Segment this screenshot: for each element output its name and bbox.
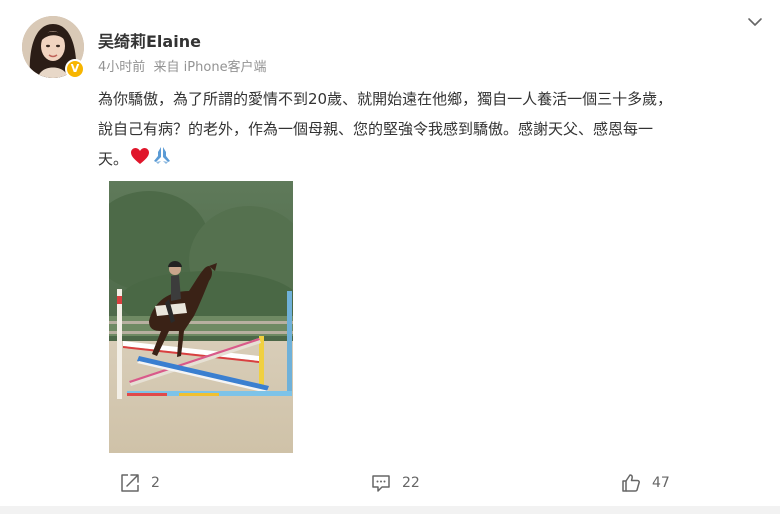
action-bar: 2 22 47 bbox=[0, 468, 780, 498]
post-text-segment: 天。 bbox=[98, 150, 129, 168]
post-meta: 4小时前 来自 iPhone客户端 bbox=[98, 56, 267, 75]
share-icon bbox=[121, 474, 139, 492]
chevron-down-icon[interactable] bbox=[744, 11, 766, 33]
verified-badge-icon: V bbox=[65, 59, 85, 79]
post-card: V 吴绮莉Elaine 4小时前 来自 iPhone客户端 為你驕傲，為了所謂的… bbox=[0, 0, 780, 506]
like-count: 47 bbox=[652, 475, 670, 491]
praying-hands-icon bbox=[152, 145, 172, 175]
card-divider bbox=[0, 506, 780, 514]
share-button[interactable]: 2 bbox=[119, 468, 160, 498]
post-text-line: 為你驕傲，為了所謂的愛情不到20歲、就開始遠在他鄉，獨自一人養活一個三十多歲， bbox=[98, 90, 673, 108]
post-text-line: 說自己有病？的老外，作為一個母親、您的堅強令我感到驕傲。感謝天父、感恩每一 bbox=[98, 120, 654, 138]
share-count: 2 bbox=[151, 475, 160, 491]
post-text-line: 天。 bbox=[98, 144, 770, 175]
heart-icon bbox=[130, 145, 150, 175]
post-text: 為你驕傲，為了所謂的愛情不到20歲、就開始遠在他鄉，獨自一人養活一個三十多歲， … bbox=[98, 84, 770, 175]
comment-button[interactable]: 22 bbox=[370, 468, 420, 498]
post-source[interactable]: 来自 iPhone客户端 bbox=[154, 60, 267, 75]
thumbs-up-icon bbox=[622, 474, 640, 492]
post-time[interactable]: 4小时前 bbox=[98, 60, 145, 75]
username[interactable]: 吴绮莉Elaine bbox=[98, 28, 201, 52]
like-button[interactable]: 47 bbox=[620, 468, 670, 498]
comment-icon bbox=[372, 475, 390, 492]
comment-count: 22 bbox=[402, 475, 420, 491]
post-image[interactable] bbox=[109, 181, 293, 453]
